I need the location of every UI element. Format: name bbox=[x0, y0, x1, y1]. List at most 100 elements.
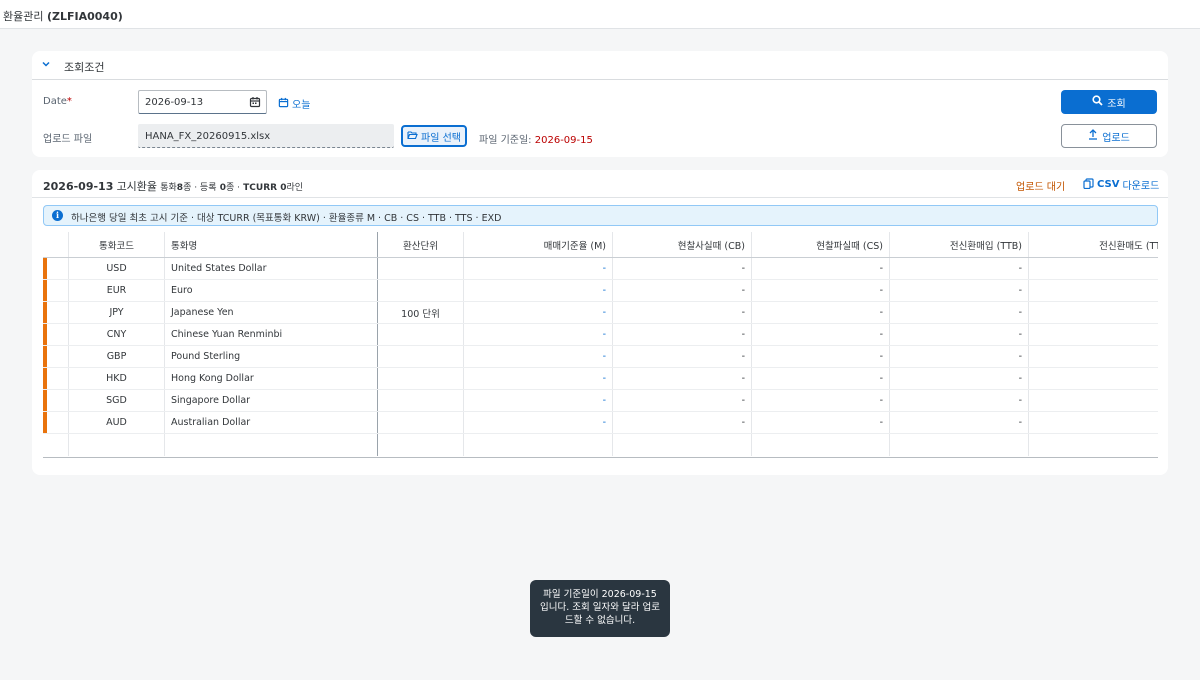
row-selector[interactable] bbox=[43, 368, 69, 389]
rate-ttb: - bbox=[890, 258, 1029, 279]
chevron-down-icon[interactable] bbox=[41, 59, 51, 69]
table-row[interactable]: AUD Australian Dollar - - - - bbox=[43, 412, 1158, 434]
row-selector[interactable] bbox=[43, 258, 69, 279]
column-header-tts[interactable]: 전신환매도 (TTS bbox=[1029, 232, 1158, 257]
row-selector[interactable] bbox=[43, 390, 69, 411]
conditions-title: 조회조건 bbox=[64, 61, 105, 74]
rate-m: - bbox=[464, 258, 613, 279]
result-panel: 2026-09-13 고시환율 통화8종 · 등록 0종 · TCURR 0라인… bbox=[32, 170, 1168, 475]
rate-cs: - bbox=[752, 302, 890, 323]
pending-marker bbox=[43, 258, 47, 279]
rate-tts bbox=[1029, 434, 1158, 456]
currency-name: Australian Dollar bbox=[165, 412, 378, 433]
info-strip: i 하나은행 당일 최초 고시 기준 · 대상 TCURR (목표통화 KRW)… bbox=[43, 205, 1158, 226]
table-row[interactable]: SGD Singapore Dollar - - - - bbox=[43, 390, 1158, 412]
rate-tts bbox=[1029, 368, 1158, 389]
currency-unit bbox=[378, 434, 464, 456]
rate-ttb: - bbox=[890, 346, 1029, 367]
csv-suffix: 다운로드 bbox=[1122, 181, 1160, 192]
row-selector bbox=[43, 434, 69, 456]
rate-m: - bbox=[464, 302, 613, 323]
currency-code: AUD bbox=[69, 412, 165, 433]
rate-m: - bbox=[464, 324, 613, 345]
rate-tts bbox=[1029, 390, 1158, 411]
date-field[interactable]: 2026-09-13 bbox=[138, 90, 267, 114]
table-row[interactable]: USD United States Dollar - - - - bbox=[43, 258, 1158, 280]
row-selector[interactable] bbox=[43, 280, 69, 301]
column-header-unit[interactable]: 환산단위 bbox=[378, 232, 464, 257]
rate-cs: - bbox=[752, 346, 890, 367]
column-header-cs[interactable]: 현찰파실때 (CS) bbox=[752, 232, 890, 257]
search-label: 조회 bbox=[1107, 98, 1126, 110]
rate-cs: - bbox=[752, 324, 890, 345]
upload-label: 업로드 bbox=[1102, 132, 1130, 144]
today-button[interactable]: 오늘 bbox=[278, 96, 310, 111]
table-row[interactable]: HKD Hong Kong Dollar - - - - bbox=[43, 368, 1158, 390]
rate-cb: - bbox=[613, 302, 752, 323]
copy-icon bbox=[1083, 177, 1094, 192]
upload-button[interactable]: 업로드 bbox=[1061, 124, 1157, 148]
rates-table: 통화코드 통화명 환산단위 매매기준율 (M) 현찰사실때 (CB) 현찰파실때… bbox=[43, 232, 1158, 458]
divider bbox=[32, 197, 1168, 198]
currency-code: HKD bbox=[69, 368, 165, 389]
folder-open-icon bbox=[407, 130, 418, 143]
required-mark: * bbox=[66, 96, 72, 107]
table-row[interactable]: CNY Chinese Yuan Renminbi - - - - bbox=[43, 324, 1158, 346]
pending-marker bbox=[43, 324, 47, 345]
date-value: 2026-09-13 bbox=[145, 97, 204, 108]
upload-pending-status: 업로드 대기 bbox=[1016, 182, 1066, 193]
rate-ttb: - bbox=[890, 324, 1029, 345]
pending-marker bbox=[43, 346, 47, 367]
calendar-icon[interactable] bbox=[249, 96, 261, 111]
currency-code bbox=[69, 434, 165, 456]
page-title: 환율관리 (ZLFIA0040) bbox=[3, 8, 123, 24]
rate-tts bbox=[1029, 412, 1158, 433]
result-summary: 2026-09-13 고시환율 통화8종 · 등록 0종 · TCURR 0라인 bbox=[43, 178, 303, 194]
search-button[interactable]: 조회 bbox=[1061, 90, 1157, 114]
table-row[interactable]: GBP Pound Sterling - - - - bbox=[43, 346, 1158, 368]
rate-ttb: - bbox=[890, 280, 1029, 301]
currency-unit bbox=[378, 390, 464, 411]
file-select-button[interactable]: 파일 선택 bbox=[401, 125, 467, 147]
column-header-cb[interactable]: 현찰사실때 (CB) bbox=[613, 232, 752, 257]
pending-marker bbox=[43, 368, 47, 389]
table-row[interactable]: JPY Japanese Yen 100 단위 - - - - bbox=[43, 302, 1158, 324]
currency-name: United States Dollar bbox=[165, 258, 378, 279]
rate-cb: - bbox=[613, 346, 752, 367]
currency-name bbox=[165, 434, 378, 456]
info-icon: i bbox=[52, 210, 63, 221]
upload-file-label: 업로드 파일 bbox=[43, 134, 93, 145]
search-icon bbox=[1092, 95, 1103, 109]
currency-code: JPY bbox=[69, 302, 165, 323]
currency-unit bbox=[378, 412, 464, 433]
currency-name: Chinese Yuan Renminbi bbox=[165, 324, 378, 345]
upload-file-field[interactable]: HANA_FX_20260915.xlsx bbox=[138, 124, 394, 148]
today-label: 오늘 bbox=[292, 100, 311, 111]
summary-currency-label: 통화 bbox=[160, 183, 177, 193]
row-selector[interactable] bbox=[43, 412, 69, 433]
column-header-ttb[interactable]: 전신환매입 (TTB) bbox=[890, 232, 1029, 257]
rate-cs: - bbox=[752, 412, 890, 433]
rate-m: - bbox=[464, 346, 613, 367]
column-header-m[interactable]: 매매기준율 (M) bbox=[464, 232, 613, 257]
rate-m: - bbox=[464, 280, 613, 301]
row-selector[interactable] bbox=[43, 324, 69, 345]
table-row[interactable]: EUR Euro - - - - bbox=[43, 280, 1158, 302]
search-conditions-panel: 조회조건 Date* 2026-09-13 오늘 업로드 파일 HANA_FX_… bbox=[32, 51, 1168, 157]
column-header-code[interactable]: 통화코드 bbox=[69, 232, 165, 257]
table-header: 통화코드 통화명 환산단위 매매기준율 (M) 현찰사실때 (CB) 현찰파실때… bbox=[43, 232, 1158, 258]
pending-marker bbox=[43, 412, 47, 433]
result-title: 고시환율 bbox=[116, 180, 158, 193]
currency-code: GBP bbox=[69, 346, 165, 367]
currency-code: EUR bbox=[69, 280, 165, 301]
row-selector[interactable] bbox=[43, 302, 69, 323]
file-select-label: 파일 선택 bbox=[421, 132, 461, 144]
rate-cb: - bbox=[613, 258, 752, 279]
currency-unit bbox=[378, 368, 464, 389]
column-header-name[interactable]: 통화명 bbox=[165, 232, 378, 257]
conditions-header[interactable]: 조회조건 bbox=[32, 51, 1168, 80]
rate-ttb: - bbox=[890, 412, 1029, 433]
row-selector[interactable] bbox=[43, 346, 69, 367]
csv-download-link[interactable]: CSV 다운로드 bbox=[1083, 177, 1159, 192]
currency-unit bbox=[378, 324, 464, 345]
